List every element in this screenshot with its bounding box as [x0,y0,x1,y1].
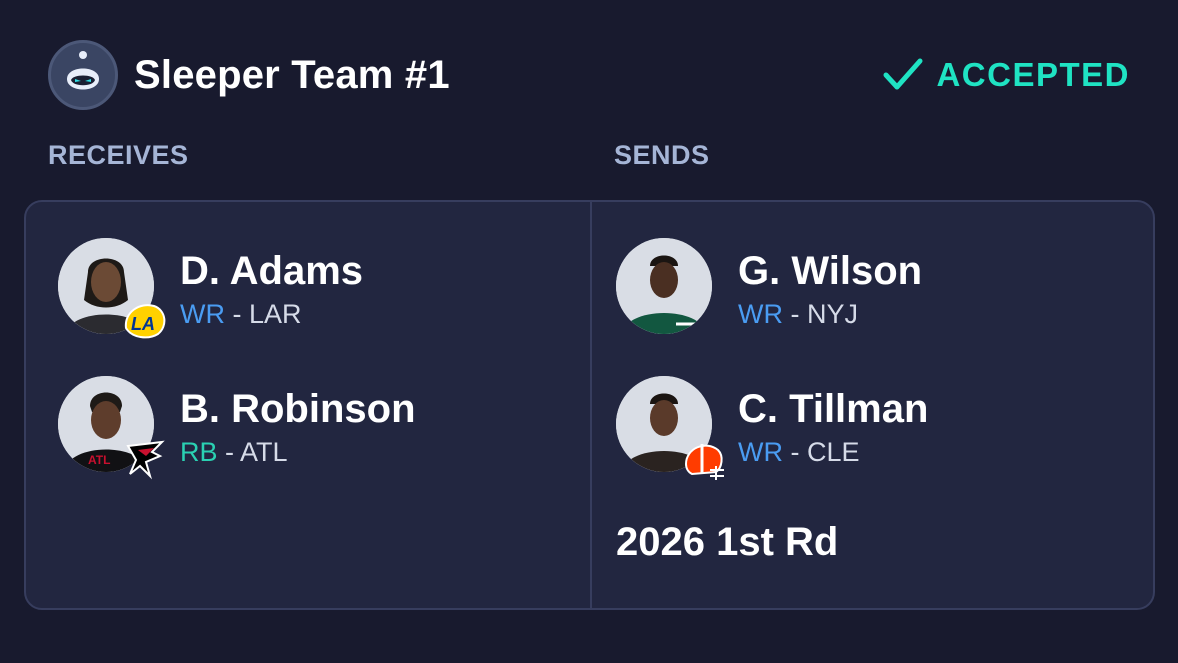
player-meta: WR - NYJ [738,299,922,330]
player-position: RB [180,436,218,467]
player-meta: WR - CLE [738,437,928,468]
team-avatar [48,40,118,110]
player-photo [616,238,716,338]
player-photo: LA [58,238,166,339]
trade-status-badge: ACCEPTED [882,56,1130,94]
team-name: Sleeper Team #1 [134,52,450,97]
trade-panel: Sleeper Team #1 ACCEPTED RECEIVES SENDS [0,0,1178,663]
player-name: D. Adams [180,248,364,293]
player-position: WR [738,436,783,467]
trade-header: Sleeper Team #1 ACCEPTED [48,40,1130,110]
browns-logo-icon [684,444,724,480]
player-name: C. Tillman [738,386,929,431]
player-team: - CLE [790,436,860,467]
falcons-logo-icon [126,440,165,480]
player-position: WR [738,298,783,329]
player-headshot-icon [616,238,712,334]
player-row[interactable]: C. Tillman WR - CLE [616,376,929,480]
checkmark-icon [883,58,923,90]
player-row[interactable]: LA D. Adams WR - LAR [58,238,364,339]
trade-card: LA D. Adams WR - LAR ATL B. Robinson RB … [24,200,1155,610]
svg-text:LA: LA [131,314,155,334]
status-text: ACCEPTED [936,56,1130,93]
team-info[interactable]: Sleeper Team #1 [48,40,450,110]
receives-label: RECEIVES [48,140,189,170]
player-photo: ATL [58,376,165,480]
player-row[interactable]: ATL B. Robinson RB - ATL [58,376,416,480]
sends-label: SENDS [614,140,710,170]
player-meta: WR - LAR [180,299,363,330]
column-divider [590,202,592,608]
draft-pick[interactable]: 2026 1st Rd [616,520,838,565]
player-name: B. Robinson [180,386,416,431]
player-name: G. Wilson [738,248,923,293]
player-photo [616,376,724,480]
player-meta: RB - ATL [180,437,416,468]
sleeper-mascot-icon [67,51,99,90]
player-team: - NYJ [790,298,859,329]
svg-text:ATL: ATL [88,453,110,467]
player-team: - ATL [225,436,288,467]
player-row[interactable]: G. Wilson WR - NYJ [616,238,922,338]
rams-logo-icon: LA [124,304,166,339]
player-position: WR [180,298,225,329]
player-team: - LAR [232,298,302,329]
